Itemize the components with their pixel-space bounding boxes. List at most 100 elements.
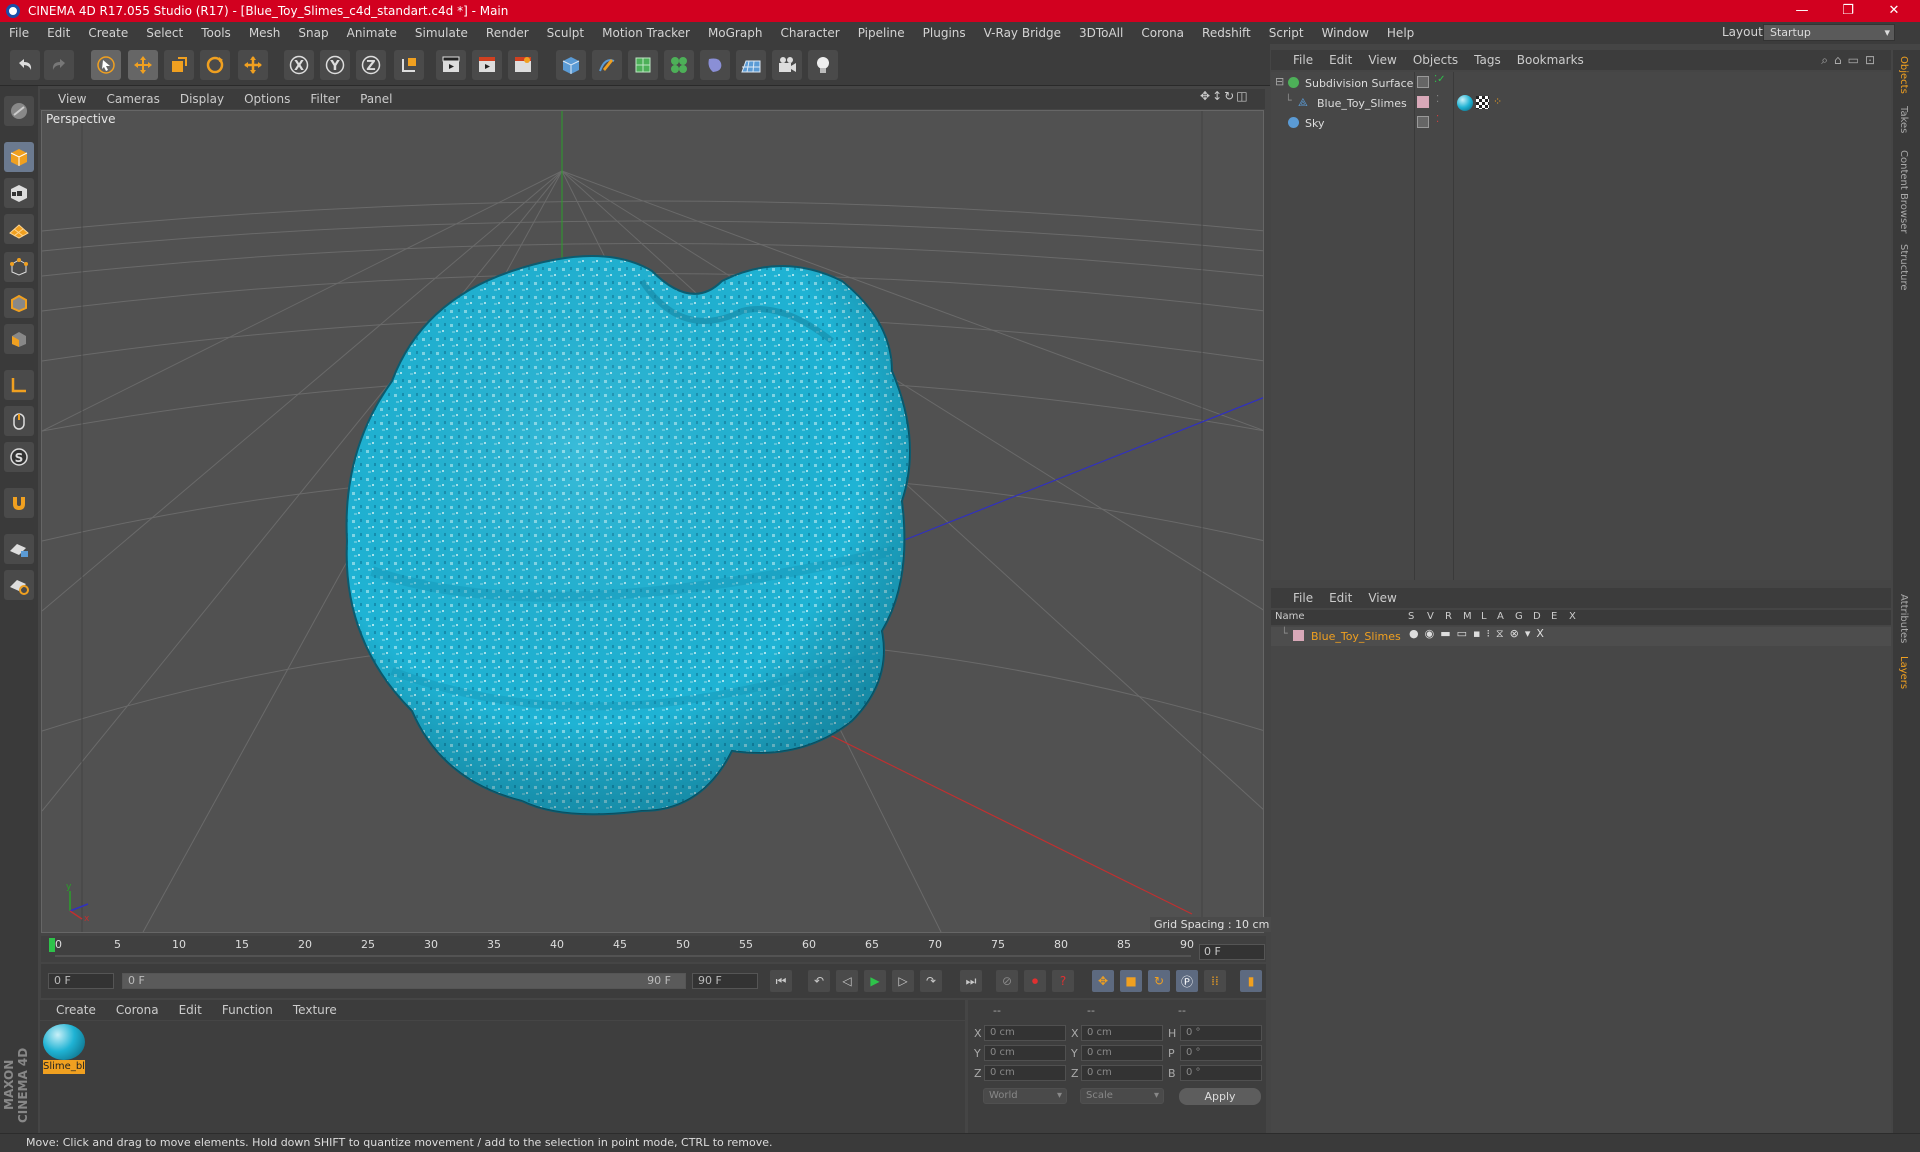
key-rotation-button[interactable]: ↻	[1148, 970, 1170, 992]
material-menu-corona[interactable]: Corona	[106, 1003, 169, 1017]
3d-viewport[interactable]: y x	[41, 110, 1264, 933]
material-menu-edit[interactable]: Edit	[169, 1003, 212, 1017]
make-editable-button[interactable]	[4, 96, 34, 126]
tab-objects[interactable]: Objects	[1898, 56, 1909, 94]
position-x-field[interactable]: 0 cm	[984, 1025, 1066, 1041]
tab-content-browser[interactable]: Content Browser	[1898, 150, 1909, 233]
cloner-button[interactable]	[664, 50, 694, 80]
previous-frame-button[interactable]: ◁	[836, 970, 858, 992]
layer-color-swatch[interactable]	[1417, 96, 1429, 108]
start-frame-field[interactable]: 0 F	[48, 973, 114, 989]
material-menu-function[interactable]: Function	[212, 1003, 283, 1017]
column-deformers[interactable]: D	[1533, 611, 1541, 622]
viewport-menu-panel[interactable]: Panel	[350, 92, 402, 106]
workplane-mode-button[interactable]	[4, 214, 34, 244]
menu-tools[interactable]: Tools	[192, 26, 240, 40]
camera-button[interactable]	[772, 50, 802, 80]
menu-redshift[interactable]: Redshift	[1193, 26, 1260, 40]
viewport-navigation[interactable]: ✥↕↻◫	[1200, 89, 1266, 109]
lock-workplane-button[interactable]	[4, 534, 34, 564]
cube-object-button[interactable]	[556, 50, 586, 80]
menu-character[interactable]: Character	[771, 26, 848, 40]
menu-3dtoall[interactable]: 3DToAll	[1070, 26, 1132, 40]
rotation-h-field[interactable]: 0 °	[1180, 1025, 1262, 1041]
subdivision-surface-button[interactable]	[628, 50, 658, 80]
collapse-icon[interactable]: ⊟	[1275, 75, 1284, 88]
menu-create[interactable]: Create	[79, 26, 137, 40]
spline-pen-button[interactable]	[592, 50, 622, 80]
object-menu-edit[interactable]: Edit	[1321, 53, 1360, 67]
visibility-dots-icon[interactable]: ⁚	[1436, 94, 1439, 105]
orbit-icon[interactable]: ↻	[1224, 89, 1236, 103]
axis-mode-button[interactable]	[4, 370, 34, 400]
render-view-button[interactable]	[436, 50, 466, 80]
column-render[interactable]: R	[1445, 611, 1452, 622]
column-manager[interactable]: M	[1463, 611, 1472, 622]
record-button[interactable]: ⏺	[1024, 970, 1046, 992]
floor-button[interactable]	[736, 50, 766, 80]
tab-attributes[interactable]: Attributes	[1898, 594, 1909, 643]
viewport-menu-filter[interactable]: Filter	[300, 92, 350, 106]
enabled-checkmark-icon[interactable]: ⁚✓	[1434, 74, 1446, 85]
column-generators[interactable]: G	[1515, 611, 1523, 622]
redo-button[interactable]	[44, 50, 74, 80]
menu-animate[interactable]: Animate	[338, 26, 406, 40]
key-pla-button[interactable]: ⁞⁞	[1204, 970, 1226, 992]
magnet-button[interactable]	[4, 488, 34, 518]
layer-menu-edit[interactable]: Edit	[1321, 591, 1360, 605]
texture-mode-button[interactable]	[4, 178, 34, 208]
layer-row-blue-toy-slimes[interactable]: └ Blue_Toy_Slimes ●◉▬▭▪⁝⧖⊗▾Ⅹ	[1271, 627, 1891, 646]
viewport-menu-options[interactable]: Options	[234, 92, 300, 106]
size-x-field[interactable]: 0 cm	[1081, 1025, 1163, 1041]
restore-icon[interactable]: ❐	[1826, 0, 1870, 22]
object-menu-tags[interactable]: Tags	[1466, 53, 1509, 67]
blue-toy-slime-model[interactable]	[345, 255, 911, 816]
menu-pipeline[interactable]: Pipeline	[849, 26, 914, 40]
z-axis-lock-button[interactable]: Z	[356, 50, 386, 80]
material-menu-create[interactable]: Create	[40, 1003, 106, 1017]
previous-key-button[interactable]: ↶	[808, 970, 830, 992]
go-to-start-button[interactable]: ⏮	[770, 970, 792, 992]
pan-icon[interactable]: ✥	[1200, 89, 1212, 103]
column-view[interactable]: V	[1427, 611, 1434, 622]
size-y-field[interactable]: 0 cm	[1081, 1045, 1163, 1061]
current-frame-field[interactable]: 0 F	[1199, 944, 1265, 960]
close-icon[interactable]: ✕	[1872, 0, 1916, 22]
apply-button[interactable]: Apply	[1179, 1088, 1261, 1105]
menu-render[interactable]: Render	[477, 26, 538, 40]
x-axis-lock-button[interactable]: X	[284, 50, 314, 80]
planar-workplane-button[interactable]	[4, 570, 34, 600]
material-slot[interactable]: Slime_bl	[43, 1024, 85, 1074]
dolly-icon[interactable]: ↕	[1212, 89, 1224, 103]
layer-menu-view[interactable]: View	[1360, 591, 1404, 605]
column-xref[interactable]: X	[1569, 611, 1576, 622]
position-z-field[interactable]: 0 cm	[984, 1065, 1066, 1081]
live-selection-button[interactable]	[91, 50, 121, 80]
model-mode-button[interactable]	[4, 142, 34, 172]
object-row-blue-toy-slimes[interactable]: └ ⟁ Blue_Toy_Slimes ⁚ ⁘	[1271, 94, 1891, 113]
go-to-end-button[interactable]: ⏭	[960, 970, 982, 992]
size-z-field[interactable]: 0 cm	[1081, 1065, 1163, 1081]
undo-button[interactable]	[10, 50, 40, 80]
menu-edit[interactable]: Edit	[38, 26, 79, 40]
menu-script[interactable]: Script	[1260, 26, 1313, 40]
object-row-subdivision-surface[interactable]: ⊟ Subdivision Surface ⁚✓	[1271, 74, 1891, 93]
column-animation[interactable]: A	[1497, 611, 1504, 622]
object-manager-nav-icons[interactable]: ⌕⌂▭⊡	[1821, 53, 1881, 68]
rotate-tool-button[interactable]	[200, 50, 230, 80]
coordinate-system-button[interactable]	[394, 50, 424, 80]
transform-tool-button[interactable]	[238, 50, 268, 80]
key-scale-button[interactable]: ■	[1120, 970, 1142, 992]
layer-swatch[interactable]	[1417, 116, 1429, 128]
frame-range-slider[interactable]: 0 F 90 F	[122, 973, 686, 989]
material-menu-texture[interactable]: Texture	[283, 1003, 347, 1017]
tab-structure[interactable]: Structure	[1898, 244, 1909, 291]
tab-takes[interactable]: Takes	[1898, 106, 1909, 133]
motion-path-button[interactable]: ⊘	[996, 970, 1018, 992]
menu-file[interactable]: File	[0, 26, 38, 40]
size-mode-select[interactable]: Scale ▾	[1080, 1088, 1164, 1104]
points-mode-button[interactable]	[4, 252, 34, 282]
tab-layers[interactable]: Layers	[1898, 656, 1909, 689]
timeline-window-button[interactable]: ▮	[1240, 970, 1262, 992]
viewport-menu-view[interactable]: View	[40, 92, 96, 106]
